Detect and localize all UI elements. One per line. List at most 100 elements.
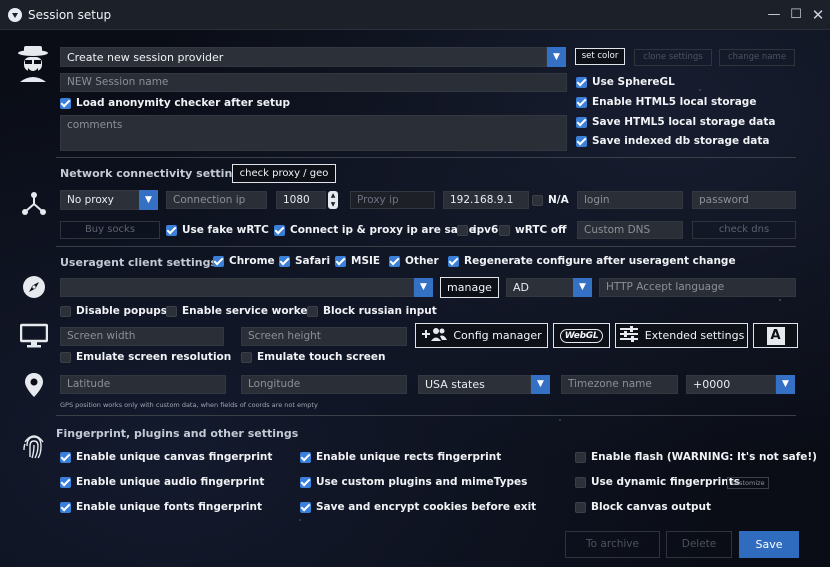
checkbox-label: Use dynamic fingerprints <box>591 476 741 488</box>
network-section-title: Network connectivity settings <box>60 167 247 180</box>
use-fake-webrtc-checkbox[interactable]: Use fake wRTC <box>166 224 269 236</box>
safari-checkbox[interactable]: Safari <box>279 255 330 267</box>
save-html5-storage-checkbox[interactable]: Save HTML5 local storage data <box>576 116 775 128</box>
buy-socks-button[interactable]: Buy socks <box>60 221 160 239</box>
checkbox-checked-icon <box>300 451 311 463</box>
delete-button[interactable]: Delete <box>666 531 732 558</box>
checkbox-label: Connect ip & proxy ip are same <box>290 224 476 236</box>
config-manager-button[interactable]: Config manager <box>415 323 548 348</box>
use-spheregl-checkbox[interactable]: Use SphereGL <box>576 76 675 88</box>
maximize-button[interactable]: ☐ <box>786 6 806 24</box>
timezone-input[interactable]: Timezone name <box>561 375 678 394</box>
avatar-icon <box>16 44 50 82</box>
minimize-button[interactable]: — <box>764 6 784 24</box>
http-accept-language-input[interactable]: HTTP Accept language <box>599 278 796 297</box>
other-checkbox[interactable]: Other <box>389 255 439 267</box>
monitor-icon <box>19 323 49 349</box>
checkbox-checked-icon <box>279 255 290 267</box>
customize-button[interactable]: customize <box>727 477 769 489</box>
password-input[interactable]: password <box>692 191 796 209</box>
latitude-input[interactable]: Latitude <box>60 375 226 394</box>
save-button[interactable]: Save <box>739 531 799 558</box>
chevron-down-icon[interactable]: ▼ <box>776 375 795 394</box>
offset-select[interactable]: +0000 <box>686 375 776 394</box>
save-cookies-checkbox[interactable]: Save and encrypt cookies before exit <box>300 501 536 513</box>
unique-fonts-checkbox[interactable]: Enable unique fonts fingerprint <box>60 501 262 513</box>
checkbox-unchecked-icon <box>166 305 177 317</box>
chevron-down-icon[interactable]: ▼ <box>531 375 550 394</box>
change-name-button[interactable]: change name <box>719 49 795 66</box>
manage-button[interactable]: manage <box>440 277 499 298</box>
longitude-input[interactable]: Longitude <box>241 375 407 394</box>
block-russian-input-checkbox[interactable]: Block russian input <box>307 305 437 317</box>
extended-settings-button[interactable]: Extended settings <box>615 323 748 348</box>
checkbox-label: Load anonymity checker after setup <box>76 97 291 109</box>
checkbox-label: MSIE <box>351 255 381 267</box>
checkbox-label: Enable flash (WARNING: It's not safe!) <box>591 451 817 463</box>
proxy-type-select[interactable]: No proxy <box>60 190 140 210</box>
checkbox-label: Block russian input <box>323 305 437 317</box>
button-label: Extended settings <box>644 329 745 342</box>
checkbox-label: Save and encrypt cookies before exit <box>316 501 537 513</box>
checkbox-checked-icon <box>60 451 71 463</box>
useragent-select[interactable] <box>60 278 414 297</box>
block-canvas-checkbox[interactable]: Block canvas output <box>575 501 711 513</box>
save-indexed-db-checkbox[interactable]: Save indexed db storage data <box>576 135 769 147</box>
unique-audio-checkbox[interactable]: Enable unique audio fingerprint <box>60 476 264 488</box>
connect-ip-same-checkbox[interactable]: Connect ip & proxy ip are same <box>274 224 476 236</box>
checkbox-checked-icon <box>300 501 311 513</box>
enable-html5-storage-checkbox[interactable]: Enable HTML5 local storage <box>576 96 756 108</box>
check-proxy-button[interactable]: check proxy / geo <box>232 164 336 183</box>
language-select[interactable]: AD <box>506 278 574 297</box>
enable-service-worker-checkbox[interactable]: Enable service worker <box>166 305 313 317</box>
check-dns-button[interactable]: check dns <box>692 221 796 239</box>
port-stepper[interactable]: ▲ ▼ <box>328 191 338 209</box>
session-name-input[interactable]: NEW Session name <box>60 73 567 92</box>
comments-textarea[interactable]: comments <box>60 115 567 151</box>
load-anonymity-checkbox[interactable]: Load anonymity checker after setup <box>60 97 290 109</box>
chevron-down-icon[interactable]: ▼ <box>547 47 566 67</box>
ipv6-checkbox[interactable]: ipv6 <box>457 224 498 236</box>
set-color-button[interactable]: set color <box>575 48 625 65</box>
checkbox-label: Use custom plugins and mimeTypes <box>316 476 528 488</box>
port-input[interactable]: 1080 <box>276 191 326 209</box>
to-archive-button[interactable]: To archive <box>565 531 660 558</box>
enable-flash-checkbox[interactable]: Enable flash (WARNING: It's not safe!) <box>575 451 817 463</box>
checkbox-unchecked-icon <box>457 224 468 236</box>
disable-popups-checkbox[interactable]: Disable popups <box>60 305 167 317</box>
webrtc-off-checkbox[interactable]: wRTC off <box>499 224 567 236</box>
screen-width-input[interactable]: Screen width <box>60 327 224 346</box>
na-checkbox[interactable]: N/A <box>532 194 569 206</box>
provider-select[interactable]: Create new session provider <box>60 47 547 67</box>
unique-rects-checkbox[interactable]: Enable unique rects fingerprint <box>300 451 501 463</box>
dynamic-fingerprints-checkbox[interactable]: Use dynamic fingerprints <box>575 476 740 488</box>
custom-plugins-checkbox[interactable]: Use custom plugins and mimeTypes <box>300 476 527 488</box>
chevron-down-icon[interactable]: ▼ <box>573 278 592 297</box>
screen-height-input[interactable]: Screen height <box>241 327 407 346</box>
webgl-button[interactable]: WebGL <box>553 323 610 348</box>
fonts-button[interactable]: A <box>753 323 798 348</box>
checkbox-checked-icon <box>166 224 177 236</box>
custom-dns-input[interactable]: Custom DNS <box>577 221 683 239</box>
emulate-resolution-checkbox[interactable]: Emulate screen resolution <box>60 351 231 363</box>
checkbox-checked-icon <box>213 255 224 267</box>
unique-canvas-checkbox[interactable]: Enable unique canvas fingerprint <box>60 451 272 463</box>
msie-checkbox[interactable]: MSIE <box>335 255 380 267</box>
proxy-ip-input[interactable]: Proxy ip <box>350 191 435 209</box>
checkbox-checked-icon <box>576 76 587 88</box>
chrome-checkbox[interactable]: Chrome <box>213 255 275 267</box>
connection-ip-input[interactable]: Connection ip <box>166 191 267 209</box>
region-select[interactable]: USA states <box>418 375 531 394</box>
regenerate-checkbox[interactable]: Regenerate configure after useragent cha… <box>448 255 736 267</box>
checkbox-unchecked-icon <box>575 476 586 488</box>
app-logo-icon <box>8 8 22 22</box>
clone-settings-button[interactable]: clone settings <box>634 49 712 66</box>
close-button[interactable]: ✕ <box>808 6 828 24</box>
chevron-down-icon[interactable]: ▼ <box>139 190 158 210</box>
checkbox-label: Block canvas output <box>591 501 712 513</box>
login-input[interactable]: login <box>577 191 683 209</box>
emulate-touch-checkbox[interactable]: Emulate touch screen <box>241 351 386 363</box>
chevron-down-icon[interactable]: ▼ <box>414 278 433 297</box>
compass-icon <box>21 274 47 300</box>
checkbox-unchecked-icon <box>60 351 71 363</box>
